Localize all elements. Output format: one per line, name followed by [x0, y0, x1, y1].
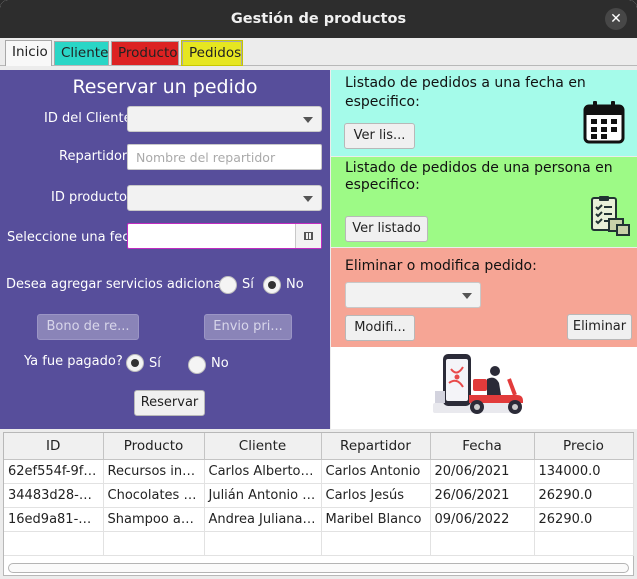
bono-button[interactable]: Bono de re... [37, 314, 139, 340]
producto-label: ID producto: [51, 190, 132, 205]
cell-repartidor: Carlos Antonio [321, 459, 431, 484]
column-header-precio[interactable]: Precio [534, 433, 634, 460]
reservar-pedido-panel: Reservar un pedido ID del Cliente: Repar… [0, 70, 330, 429]
cell-id: 62ef554f-9fc... [4, 459, 104, 484]
date-picker-button[interactable] [295, 224, 321, 248]
pagado-si-label: Sí [149, 356, 161, 371]
cell-producto: Shampoo ant... [103, 507, 205, 532]
illustration-panel [331, 347, 637, 429]
delivery-scooter-icon [433, 354, 523, 414]
table-row[interactable]: 16ed9a81-a3... Shampoo ant... Andrea Jul… [4, 507, 634, 532]
tab-producto[interactable]: Producto [111, 41, 179, 65]
producto-combobox[interactable] [127, 185, 322, 211]
cell-producto: Recursos ind... [103, 459, 205, 484]
pagado-no-label: No [211, 356, 229, 371]
listado-fecha-text-2: especifico: [345, 94, 420, 110]
servicios-si-label: Sí [242, 277, 254, 292]
fecha-label: Seleccione una fech [7, 230, 127, 245]
cell-fecha: 20/06/2021 [430, 459, 535, 484]
window-title: Gestión de productos [230, 11, 407, 27]
cell-cliente: Julián Antonio Z... [204, 483, 322, 508]
listado-fecha-text-1: Listado de pedidos a una fecha en [345, 75, 586, 91]
column-header-cliente[interactable]: Cliente [204, 433, 322, 460]
cell-producto: Chocolates p... [103, 483, 205, 508]
cell-repartidor: Carlos Jesús [321, 483, 431, 508]
cell-id: 16ed9a81-a3... [4, 507, 104, 532]
column-header-producto[interactable]: Producto [103, 433, 205, 460]
modificar-button[interactable]: Modifi... [345, 315, 415, 341]
title-bar: Gestión de productos ✕ [0, 0, 637, 38]
tab-pedidos[interactable]: Pedidos [181, 40, 243, 66]
table-row[interactable]: 62ef554f-9fc... Recursos ind... Carlos A… [4, 459, 634, 484]
fecha-datepicker[interactable] [127, 223, 322, 249]
chevron-down-icon [462, 293, 472, 299]
column-header-fecha[interactable]: Fecha [430, 433, 535, 460]
ver-listado-persona-button[interactable]: Ver listado [345, 216, 428, 242]
listado-persona-text-2: especifico: [345, 177, 420, 193]
tab-inicio[interactable]: Inicio [5, 40, 52, 66]
pagado-no-radio[interactable] [188, 356, 206, 374]
servicios-si-radio[interactable] [219, 276, 237, 294]
modificar-text: Eliminar o modifica pedido: [345, 258, 537, 274]
cell-precio: 26290.0 [534, 483, 634, 508]
column-header-repartidor[interactable]: Repartidor [321, 433, 431, 460]
pagado-si-radio[interactable] [126, 354, 144, 372]
cell-cliente: Andrea Juliana ... [204, 507, 322, 532]
chevron-down-icon [303, 196, 313, 202]
modificar-pedido-panel: Eliminar o modifica pedido: Modifi... El… [331, 248, 637, 347]
ver-listado-fecha-button[interactable]: Ver lis... [344, 123, 415, 149]
table-row[interactable]: 34483d28-d... Chocolates p... Julián Ant… [4, 483, 634, 508]
cell-precio: 134000.0 [534, 459, 634, 484]
pedidos-table[interactable]: ID Producto Cliente Repartidor Fecha Pre… [3, 432, 634, 576]
cell-id: 34483d28-d... [4, 483, 104, 508]
envio-button[interactable]: Envio pri... [204, 314, 292, 340]
repartidor-input[interactable] [127, 144, 322, 170]
table-header-row: ID Producto Cliente Repartidor Fecha Pre… [4, 433, 634, 460]
calendar-icon [304, 232, 313, 240]
tab-cliente[interactable]: Cliente [54, 41, 109, 65]
close-button[interactable]: ✕ [605, 8, 627, 30]
pagado-label: Ya fue pagado? [24, 354, 123, 369]
table-row-empty [4, 531, 634, 556]
reservar-button[interactable]: Reservar [134, 390, 205, 416]
cell-repartidor: Maribel Blanco [321, 507, 431, 532]
cell-cliente: Carlos Alberto ... [204, 459, 322, 484]
chevron-down-icon [303, 117, 313, 123]
cell-precio: 26290.0 [534, 507, 634, 532]
repartidor-label: Repartidor: [59, 149, 132, 164]
servicios-no-radio[interactable] [263, 276, 281, 294]
cell-fecha: 09/06/2022 [430, 507, 535, 532]
eliminar-button[interactable]: Eliminar [567, 314, 632, 340]
cliente-label: ID del Cliente: [44, 111, 136, 126]
calendar-icon [583, 101, 625, 144]
cell-fecha: 26/06/2021 [430, 483, 535, 508]
app-window: Gestión de productos ✕ Inicio Cliente Pr… [0, 0, 637, 579]
listado-fecha-panel: Listado de pedidos a una fecha en especi… [331, 70, 637, 156]
form-heading: Reservar un pedido [72, 76, 258, 98]
cliente-combobox[interactable] [127, 106, 322, 132]
servicios-label: Desea agregar servicios adicionales? [6, 277, 220, 292]
pedido-combobox[interactable] [345, 282, 481, 308]
listado-persona-panel: Listado de pedidos de una persona en esp… [331, 157, 637, 247]
servicios-no-label: No [286, 277, 304, 292]
tab-bar: Inicio Cliente Producto Pedidos [0, 38, 637, 66]
checklist-icon [591, 196, 630, 236]
column-header-id[interactable]: ID [4, 433, 104, 460]
horizontal-scrollbar[interactable] [8, 563, 629, 573]
